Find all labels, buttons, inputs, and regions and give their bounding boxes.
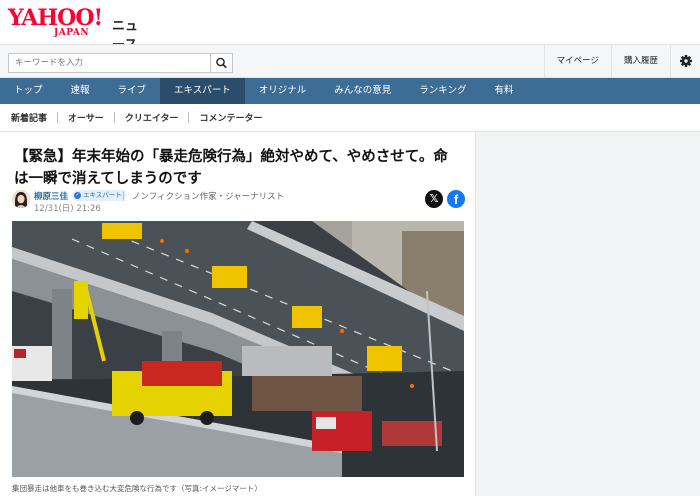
facebook-logo-icon: f [453, 192, 459, 207]
author-role: ノンフィクション作家・ジャーナリスト [132, 192, 285, 202]
mypage-link[interactable]: マイページ [543, 45, 611, 77]
logo-yahoo-text: YAHOO! [8, 5, 103, 31]
person-icon [12, 190, 30, 208]
site-header: YAHOO! JAPAN ニュース [0, 0, 700, 53]
photo-caption: 集団暴走は他車をも巻き込む大変危険な行為です（写真:イメージマート） [12, 484, 262, 493]
expert-badge-label: エキスパート [83, 191, 122, 199]
gear-icon [680, 55, 692, 67]
subnav-divider [113, 112, 115, 123]
author-name[interactable]: 柳原三佳 [34, 190, 68, 202]
nav-tab-top[interactable]: トップ [0, 78, 57, 104]
byline-divider [123, 191, 124, 201]
subnav-commentators[interactable]: コメンテーター [199, 111, 262, 124]
article-title: 【緊急】年末年始の「暴走危険行為」絶対やめて、やめさせて。命は一瞬で消えてしまう… [14, 149, 448, 187]
article-photo [12, 221, 464, 477]
nav-tab-live[interactable]: ライブ [104, 78, 161, 104]
subnav-latest[interactable]: 新着記事 [11, 111, 47, 124]
main-nav: トップ 速報 ライブ エキスパート オリジナル みんなの意見 ランキング 有料 [0, 78, 700, 104]
search-button[interactable] [210, 53, 233, 73]
share-facebook-button[interactable]: f [447, 190, 465, 208]
purchase-history-link[interactable]: 購入履歴 [610, 45, 670, 77]
check-icon: ✓ [74, 192, 81, 199]
subnav-divider [188, 112, 190, 123]
accident-scene-illustration [12, 221, 464, 477]
sub-nav: 新着記事 オーサー クリエイター コメンテーター [0, 104, 700, 132]
expert-badge: ✓ エキスパート [72, 190, 126, 201]
search-icon [216, 57, 227, 69]
nav-tab-paid[interactable]: 有料 [481, 78, 528, 104]
nav-tab-expert[interactable]: エキスパート [160, 78, 245, 104]
logo-japan-text: JAPAN [54, 28, 90, 38]
search-input[interactable] [8, 53, 210, 73]
share-x-button[interactable]: 𝕏 [425, 190, 443, 208]
nav-tab-opinions[interactable]: みんなの意見 [320, 78, 405, 104]
nav-tab-original[interactable]: オリジナル [245, 78, 321, 104]
yahoo-news-logo[interactable]: YAHOO! JAPAN ニュース [8, 5, 148, 53]
publish-date: 12/31(日) 21:26 [34, 204, 101, 214]
subnav-authors[interactable]: オーサー [68, 111, 104, 124]
search-bar: マイページ 購入履歴 [0, 44, 700, 78]
article-byline: 柳原三佳 ✓ エキスパート ノンフィクション作家・ジャーナリスト 12/31(日… [12, 190, 468, 214]
author-avatar[interactable] [12, 190, 30, 208]
nav-tab-breaking[interactable]: 速報 [57, 78, 104, 104]
subnav-divider [57, 112, 59, 123]
article-panel: 【緊急】年末年始の「暴走危険行為」絶対やめて、やめさせて。命は一瞬で消えてしまう… [0, 132, 476, 496]
subnav-creators[interactable]: クリエイター [125, 111, 179, 124]
user-links: マイページ 購入履歴 [543, 45, 700, 77]
settings-button[interactable] [670, 45, 700, 77]
nav-tab-ranking[interactable]: ランキング [405, 78, 480, 104]
x-logo-icon: 𝕏 [429, 192, 439, 205]
